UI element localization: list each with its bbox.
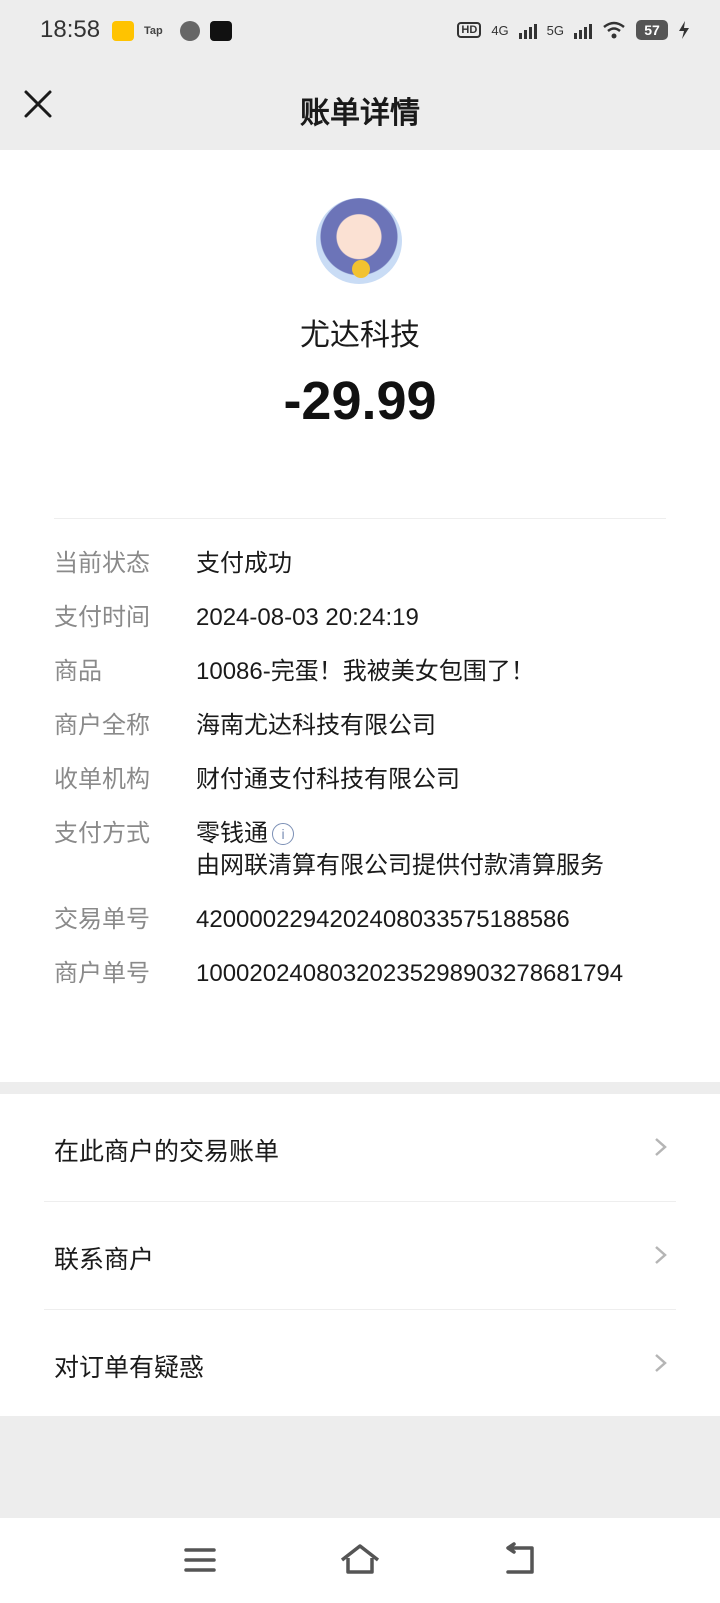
- detail-value: 4200002294202408033575188586: [196, 906, 570, 933]
- page-title: 账单详情: [300, 97, 420, 130]
- detail-label: 交易单号: [54, 906, 150, 933]
- back-icon[interactable]: [498, 1540, 542, 1580]
- bill-details: 当前状态 支付成功 支付时间 2024-08-03 20:24:19 商品 10…: [54, 548, 674, 1012]
- tap-icon: Tap: [144, 25, 163, 37]
- detail-value: 10086-完蛋！我被美女包围了！: [196, 658, 535, 685]
- action-list: 在此商户的交易账单 联系商户 对订单有疑惑: [0, 1094, 720, 1416]
- chevron-right-icon: [655, 1354, 667, 1372]
- bill-card: 尤达科技 -29.99 当前状态 支付成功 支付时间 2024-08-03 20…: [0, 150, 720, 1082]
- link-order-question[interactable]: 对订单有疑惑: [44, 1310, 676, 1417]
- link-contact-merchant[interactable]: 联系商户: [44, 1202, 676, 1310]
- menu-icon[interactable]: [178, 1540, 222, 1580]
- detail-row-merchant-fullname: 商户全称 海南尤达科技有限公司: [54, 710, 674, 742]
- detail-value-group: 零钱通 i 由网联清算有限公司提供付款清算服务: [196, 818, 604, 882]
- amount: -29.99: [283, 371, 437, 431]
- detail-row-time: 支付时间 2024-08-03 20:24:19: [54, 602, 674, 634]
- status-bar: 18:58 Tap HD 4G 5G 57: [0, 0, 720, 62]
- tiktok-icon: [210, 21, 232, 41]
- link-label: 在此商户的交易账单: [54, 1138, 280, 1166]
- detail-value: 海南尤达科技有限公司: [196, 712, 436, 739]
- chevron-right-icon: [655, 1246, 667, 1264]
- divider: [54, 518, 666, 519]
- nav-bar: 账单详情: [0, 62, 720, 150]
- detail-value: 2024-08-03 20:24:19: [196, 604, 419, 631]
- link-label: 联系商户: [54, 1246, 155, 1274]
- detail-label: 收单机构: [54, 766, 150, 793]
- detail-value: 财付通支付科技有限公司: [196, 766, 460, 793]
- link-label: 对订单有疑惑: [54, 1354, 205, 1382]
- home-icon[interactable]: [338, 1540, 382, 1580]
- bell-icon: [352, 260, 370, 278]
- detail-value: 支付成功: [196, 550, 292, 577]
- info-icon[interactable]: i: [272, 823, 294, 845]
- detail-row-transaction-id: 交易单号 4200002294202408033575188586: [54, 904, 674, 936]
- detail-label: 商品: [54, 658, 102, 685]
- merchant-avatar: [316, 198, 402, 284]
- battery-icon: 57: [636, 20, 668, 40]
- detail-label: 支付时间: [54, 604, 150, 631]
- meituan-icon: [112, 21, 134, 41]
- detail-row-acquirer: 收单机构 财付通支付科技有限公司: [54, 764, 674, 796]
- signal-4g-label: 4G: [491, 22, 509, 38]
- detail-value: 10002024080320235298903278681794: [196, 960, 624, 987]
- detail-row-merchant-order-id: 商户单号 10002024080320235298903278681794: [54, 958, 674, 990]
- detail-label: 商户单号: [54, 960, 150, 987]
- detail-label: 商户全称: [54, 712, 150, 739]
- status-indicators: HD 4G 5G 57: [457, 20, 690, 40]
- detail-row-product: 商品 10086-完蛋！我被美女包围了！: [54, 656, 674, 688]
- system-nav-bar: [0, 1518, 720, 1603]
- message-icon: [180, 21, 200, 41]
- merchant-name: 尤达科技: [300, 319, 420, 352]
- status-time: 18:58: [40, 16, 101, 43]
- detail-label: 当前状态: [54, 550, 150, 577]
- signal-5g-label: 5G: [546, 22, 564, 38]
- wifi-icon: [603, 21, 625, 39]
- chevron-right-icon: [655, 1138, 667, 1156]
- payment-clearing-note: 由网联清算有限公司提供付款清算服务: [196, 852, 604, 879]
- signal-icon: [574, 21, 592, 39]
- charging-icon: [679, 21, 689, 39]
- signal-icon: [518, 21, 537, 39]
- detail-label: 支付方式: [54, 820, 150, 847]
- hd-icon: HD: [457, 22, 482, 38]
- payment-method-value: 零钱通: [196, 820, 268, 847]
- detail-row-status: 当前状态 支付成功: [54, 548, 674, 580]
- detail-row-payment-method: 支付方式 零钱通 i 由网联清算有限公司提供付款清算服务: [54, 818, 674, 882]
- link-merchant-bills[interactable]: 在此商户的交易账单: [44, 1094, 676, 1202]
- status-app-icons: Tap: [112, 21, 232, 41]
